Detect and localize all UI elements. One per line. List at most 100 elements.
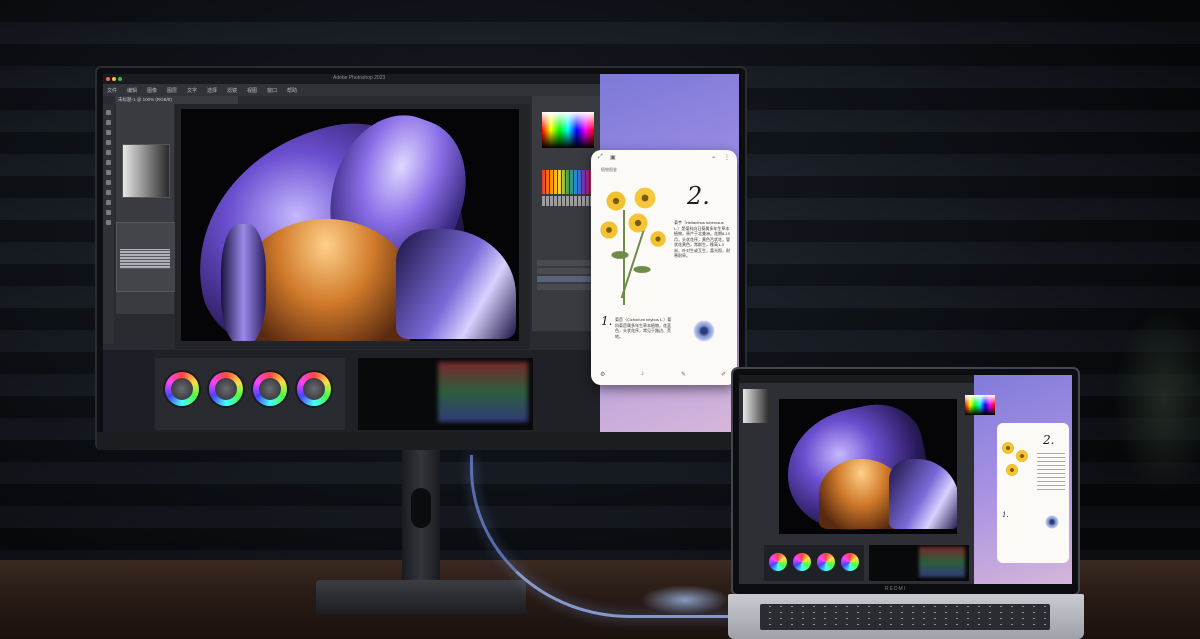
laptop-screen: 2. 1. — [739, 375, 1072, 584]
laptop-section-number-2: 2. — [1043, 433, 1055, 447]
color-picker[interactable] — [542, 112, 594, 148]
eyedropper-tool-icon[interactable] — [106, 150, 111, 155]
gain-color-wheel[interactable] — [253, 372, 287, 406]
options-bar — [103, 84, 600, 96]
wheel-center — [303, 378, 325, 400]
laptop-brand-logo: REDMI — [885, 586, 907, 592]
section-number-1: 1. — [601, 314, 613, 328]
gamma-color-wheel[interactable] — [209, 372, 243, 406]
desktop-dock-left — [103, 350, 153, 432]
menu-image[interactable]: 图像 — [147, 87, 157, 94]
laptop-color-wheel — [841, 553, 859, 571]
monitor-stand-cable-hole — [411, 488, 431, 528]
minimize-icon[interactable] — [112, 77, 116, 81]
wheel-center — [171, 378, 193, 400]
laptop-yellow-flower — [1015, 449, 1029, 463]
artwork-left-edge — [221, 224, 266, 341]
tools-panel — [103, 104, 114, 344]
close-icon[interactable] — [106, 77, 110, 81]
menu-filter[interactable]: 滤镜 — [227, 87, 237, 94]
marquee-tool-icon[interactable] — [106, 120, 111, 125]
menu-file[interactable]: 文件 — [107, 87, 117, 94]
scope-signal — [438, 362, 528, 422]
cable-glow — [640, 585, 730, 615]
laptop-paragraph-lines — [1037, 453, 1065, 493]
expand-icon[interactable]: ⤢ — [598, 154, 603, 161]
laptop-photoshop-window[interactable] — [739, 375, 995, 584]
pen-tool-icon[interactable] — [106, 190, 111, 195]
laptop-color-wheel — [817, 553, 835, 571]
more-icon[interactable]: ⋮ — [724, 154, 730, 161]
laptop-yellow-flower — [1001, 441, 1015, 455]
laptop-color-picker — [965, 395, 995, 415]
pen-icon[interactable]: ✎ — [681, 371, 686, 378]
document-tab[interactable]: 未标题-1 @ 100% (RGB/8) — [115, 96, 238, 104]
laptop-titlebar — [739, 375, 974, 383]
swatches-gray-row[interactable] — [542, 196, 594, 206]
scene: Adobe Photoshop 2023 文件 编辑 图像 图层 文字 选择 滤… — [0, 0, 1200, 639]
crop-tool-icon[interactable] — [106, 140, 111, 145]
laptop-waveform-scope — [869, 545, 969, 581]
offset-color-wheel[interactable] — [297, 372, 331, 406]
yellow-flower — [633, 186, 657, 210]
waveform-scope — [358, 358, 533, 430]
gradient-tool-icon[interactable] — [106, 180, 111, 185]
lasso-tool-icon[interactable] — [106, 130, 111, 135]
document-canvas[interactable] — [181, 109, 519, 341]
paragraph-section-1: 菊苣（Cichorium intybus L.）菊科菊苣属多年生草本植物，花蓝色… — [615, 317, 672, 339]
lift-color-wheel[interactable] — [165, 372, 199, 406]
wheel-center — [259, 378, 281, 400]
menu-type[interactable]: 文字 — [187, 87, 197, 94]
wheel-center — [215, 378, 237, 400]
laptop-scope-signal — [919, 547, 965, 577]
layer-row[interactable] — [537, 284, 597, 290]
layer-row[interactable] — [537, 268, 597, 274]
laptop-gradient-preview — [743, 389, 769, 423]
settings-icon[interactable]: ⚙ — [600, 371, 605, 378]
share-icon[interactable]: ⌁ — [712, 154, 716, 161]
edit-icon[interactable]: ✐ — [721, 371, 726, 378]
menu-edit[interactable]: 编辑 — [127, 87, 137, 94]
reader-window[interactable]: ⤢ ▣ ⌁ ⋮ 植物图鉴 2. 菊芋（Helianthus tuberosus … — [591, 150, 737, 385]
yellow-flower — [599, 220, 619, 240]
maximize-icon[interactable] — [118, 77, 122, 81]
monitor-stand-base — [316, 580, 526, 614]
leaf — [631, 265, 653, 274]
layer-row-selected[interactable] — [537, 276, 597, 282]
microphone-icon[interactable]: ♪ — [641, 371, 644, 377]
reader-header-label: 植物图鉴 — [601, 167, 617, 172]
laptop-keyboard — [760, 604, 1050, 630]
menu-help[interactable]: 帮助 — [287, 87, 297, 94]
laptop-section-number-1: 1. — [1002, 511, 1009, 519]
curves-graph[interactable] — [120, 249, 170, 269]
eraser-tool-icon[interactable] — [106, 170, 111, 175]
artwork-right-ribbon — [396, 229, 516, 339]
blue-flower-illustration — [693, 320, 715, 342]
zoom-tool-icon[interactable] — [106, 220, 111, 225]
laptop-yellow-flower — [1005, 463, 1019, 477]
window-title: Adobe Photoshop 2023 — [333, 75, 386, 81]
monitor-chin — [97, 432, 745, 450]
leaf — [609, 250, 631, 260]
move-tool-icon[interactable] — [106, 110, 111, 115]
laptop-reader-window[interactable]: 2. 1. — [997, 423, 1069, 563]
laptop-blue-flower — [1045, 515, 1059, 529]
section-number-2: 2. — [687, 182, 710, 210]
window-icon[interactable]: ▣ — [610, 154, 616, 161]
brush-tool-icon[interactable] — [106, 160, 111, 165]
yellow-flower — [627, 212, 649, 234]
plant-silhouette — [1110, 300, 1200, 500]
hand-tool-icon[interactable] — [106, 210, 111, 215]
gradient-preview[interactable] — [122, 144, 170, 198]
menu-view[interactable]: 视图 — [247, 87, 257, 94]
laptop-canvas[interactable] — [779, 399, 957, 534]
laptop-color-wheel — [769, 553, 787, 571]
swatches-panel[interactable] — [542, 170, 594, 194]
type-tool-icon[interactable] — [106, 200, 111, 205]
paragraph-section-2: 菊芋（Helianthus tuberosus L.）是菊科向日葵属多年生草本植… — [674, 220, 730, 258]
layer-row[interactable] — [537, 260, 597, 266]
menu-window[interactable]: 窗口 — [267, 87, 277, 94]
menu-select[interactable]: 选择 — [207, 87, 217, 94]
menu-layer[interactable]: 图层 — [167, 87, 177, 94]
laptop-artwork-ribbon — [889, 459, 957, 529]
